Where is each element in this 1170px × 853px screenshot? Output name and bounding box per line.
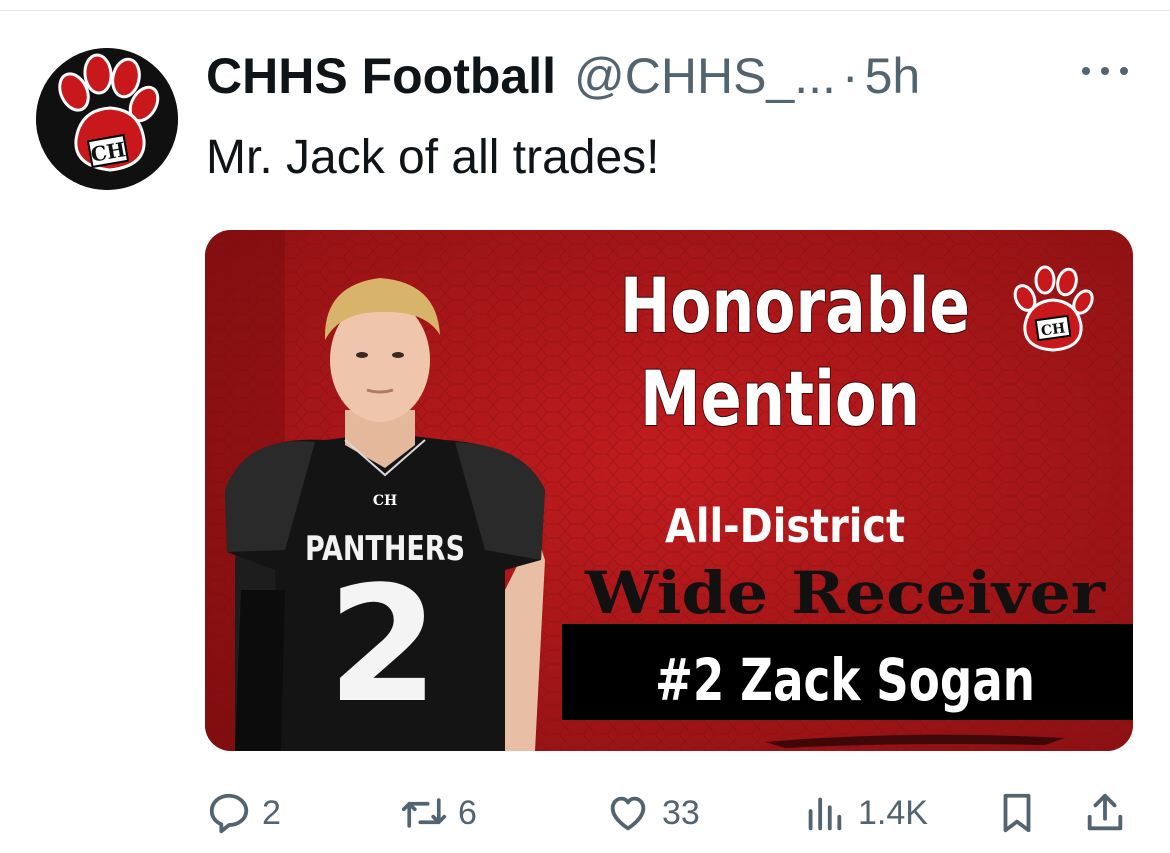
bookmark-icon <box>1003 793 1031 833</box>
headline-line-2: Mention <box>640 354 920 443</box>
tweet-actions: 2 6 33 1.4K <box>0 780 1170 850</box>
retweet-count: 6 <box>458 793 477 832</box>
jersey-logo: CH <box>373 493 397 509</box>
reply-count: 2 <box>262 793 281 832</box>
player-name: #2 Zack Sogan <box>655 646 1035 714</box>
more-icon[interactable] <box>1082 56 1128 86</box>
share-icon <box>1087 793 1123 831</box>
views-icon <box>808 797 842 831</box>
tweet-text: Mr. Jack of all trades! <box>206 131 660 184</box>
jersey-number: 2 <box>327 551 438 738</box>
author-handle[interactable]: @CHHS_... <box>574 47 836 105</box>
retweet-icon <box>401 798 447 828</box>
subtitle: All-District <box>665 499 905 553</box>
timestamp[interactable]: 5h <box>865 47 921 105</box>
reply-icon <box>209 793 249 834</box>
position-title: Wide Receiver <box>584 559 1107 627</box>
paw-icon: CH <box>36 48 178 190</box>
retweet-button[interactable]: 6 <box>400 790 477 836</box>
reply-button[interactable]: 2 <box>206 790 281 836</box>
top-divider <box>0 10 1170 11</box>
like-count: 33 <box>662 793 700 832</box>
view-count: 1.4K <box>858 793 928 832</box>
headline-line-1: Honorable <box>620 261 970 350</box>
tweet-media[interactable]: CH PANTHERS 2 Honorable Mention CH All-D… <box>205 230 1133 751</box>
avatar[interactable]: CH <box>36 48 178 190</box>
logo-monogram: CH <box>1040 320 1066 339</box>
author-name[interactable]: CHHS Football <box>206 47 556 105</box>
tweet-header: CHHS Football @CHHS_... · 5h <box>206 44 920 108</box>
bookmark-button[interactable] <box>994 790 1040 836</box>
like-icon <box>610 796 646 831</box>
separator-dot: · <box>841 48 859 104</box>
share-button[interactable] <box>1082 790 1128 836</box>
views-button[interactable]: 1.4K <box>800 790 928 836</box>
like-button[interactable]: 33 <box>604 790 700 836</box>
